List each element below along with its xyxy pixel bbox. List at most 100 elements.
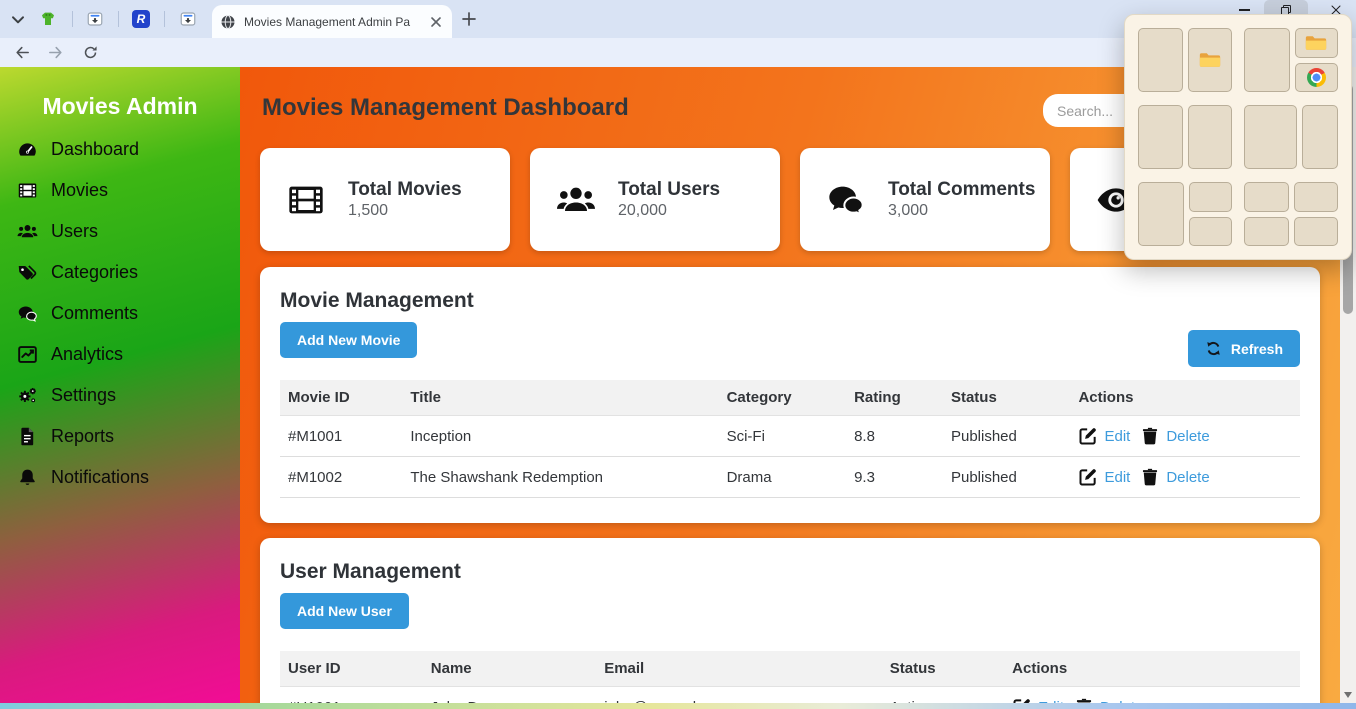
edit-link[interactable]: Edit — [1104, 469, 1130, 486]
user-section-title: User Management — [280, 560, 1300, 584]
active-browser-tab[interactable]: Movies Management Admin Pa — [212, 5, 452, 38]
sidebar-item-categories[interactable]: Categories — [0, 252, 240, 293]
sidebar-item-notifications[interactable]: Notifications — [0, 457, 240, 498]
sidebar-item-label: Analytics — [51, 344, 123, 365]
users-icon — [556, 180, 596, 220]
stat-value: 3,000 — [888, 202, 1035, 220]
movie-status: Published — [943, 416, 1071, 457]
sidebar-title: Movies Admin — [0, 93, 240, 120]
sidebar-item-users[interactable]: Users — [0, 211, 240, 252]
snap-zone[interactable] — [1244, 182, 1289, 212]
snap-zone[interactable] — [1295, 63, 1339, 93]
edit-icon[interactable] — [1078, 467, 1098, 487]
sidebar-item-label: Categories — [51, 262, 138, 283]
sidebar-item-analytics[interactable]: Analytics — [0, 334, 240, 375]
trash-icon[interactable] — [1140, 426, 1160, 446]
col-actions: Actions — [1004, 651, 1300, 687]
globe-icon — [220, 14, 236, 30]
page-title: Movies Management Dashboard — [262, 94, 629, 122]
film-icon — [286, 180, 326, 220]
delete-link[interactable]: Delete — [1166, 469, 1209, 486]
sidebar-item-settings[interactable]: Settings — [0, 375, 240, 416]
edit-link[interactable]: Edit — [1104, 428, 1130, 445]
pinned-tab-separator — [72, 11, 73, 27]
sidebar-item-label: Reports — [51, 426, 114, 447]
sidebar-item-label: Settings — [51, 385, 116, 406]
sidebar-item-label: Movies — [51, 180, 108, 201]
gears-icon — [17, 385, 38, 406]
reload-icon[interactable] — [82, 44, 99, 61]
movie-section-title: Movie Management — [280, 289, 1300, 313]
snap-zone[interactable] — [1189, 217, 1233, 247]
dashboard-icon — [17, 139, 38, 160]
comments-icon — [826, 180, 866, 220]
snap-zone[interactable] — [1295, 28, 1339, 58]
user-status: Active — [882, 687, 1004, 704]
forward-arrow-icon[interactable] — [47, 44, 64, 61]
sidebar-item-label: Notifications — [51, 467, 149, 488]
sidebar-item-label: Dashboard — [51, 139, 139, 160]
tab-title: Movies Management Admin Pa — [244, 15, 416, 29]
col-status: Status — [943, 380, 1071, 416]
snap-zone[interactable] — [1138, 105, 1183, 169]
snap-layout-two-halves — [1138, 28, 1232, 92]
add-new-movie-button[interactable]: Add New Movie — [280, 322, 417, 358]
snap-zone[interactable] — [1138, 28, 1183, 92]
sidebar-item-reports[interactable]: Reports — [0, 416, 240, 457]
folder-icon — [1305, 34, 1327, 52]
sidebar-item-label: Comments — [51, 303, 138, 324]
scroll-down-arrow-icon[interactable] — [1344, 692, 1352, 698]
pinned-tab-green-app-icon[interactable] — [39, 10, 57, 28]
sidebar-item-movies[interactable]: Movies — [0, 170, 240, 211]
movie-rating: 8.8 — [846, 416, 943, 457]
new-tab-button[interactable] — [460, 10, 478, 28]
stat-label: Total Movies — [348, 179, 462, 201]
pinned-tab-install-app-icon[interactable] — [86, 10, 104, 28]
stat-label: Total Comments — [888, 179, 1035, 201]
col-rating: Rating — [846, 380, 943, 416]
snap-zone[interactable] — [1302, 105, 1338, 169]
snap-zone[interactable] — [1188, 28, 1233, 92]
film-icon — [17, 180, 38, 201]
snap-zone[interactable] — [1244, 217, 1289, 247]
sidebar-menu: Dashboard Movies Users Categories — [0, 129, 240, 498]
add-new-user-button[interactable]: Add New User — [280, 593, 409, 629]
snap-layout-two-halves-empty — [1138, 105, 1232, 169]
user-management-panel: User Management Add New User User ID Nam… — [260, 538, 1320, 703]
sidebar-item-comments[interactable]: Comments — [0, 293, 240, 334]
snap-zone[interactable] — [1294, 182, 1339, 212]
snap-zone[interactable] — [1189, 182, 1233, 212]
back-arrow-icon[interactable] — [14, 44, 31, 61]
refresh-icon — [1205, 340, 1222, 357]
stat-card-total-users: Total Users 20,000 — [530, 148, 780, 251]
snap-zone[interactable] — [1244, 105, 1297, 169]
bell-icon — [17, 467, 38, 488]
snap-zone[interactable] — [1244, 28, 1290, 92]
refresh-button[interactable]: Refresh — [1188, 330, 1300, 367]
edit-icon[interactable] — [1078, 426, 1098, 446]
delete-link[interactable]: Delete — [1166, 428, 1209, 445]
chevron-down-icon[interactable] — [8, 9, 28, 29]
snap-layout-wide-and-narrow — [1244, 105, 1338, 169]
movies-table: Movie ID Title Category Rating Status Ac… — [280, 380, 1300, 498]
stat-card-total-comments: Total Comments 3,000 — [800, 148, 1050, 251]
movie-category: Sci-Fi — [719, 416, 847, 457]
snap-zone[interactable] — [1188, 105, 1233, 169]
trash-icon[interactable] — [1140, 467, 1160, 487]
pinned-tab-install-app-icon[interactable] — [179, 10, 197, 28]
minimize-icon — [1239, 9, 1250, 11]
tab-close-icon[interactable] — [428, 14, 444, 30]
report-file-icon — [17, 426, 38, 447]
col-status: Status — [882, 651, 1004, 687]
users-table-header-row: User ID Name Email Status Actions — [280, 651, 1300, 687]
user-id: #U1001 — [280, 687, 423, 704]
users-table: User ID Name Email Status Actions #U1001… — [280, 651, 1300, 703]
col-movie-id: Movie ID — [280, 380, 402, 416]
snap-zone[interactable] — [1138, 182, 1184, 246]
snap-layout-half-plus-stacked — [1244, 28, 1338, 92]
pinned-tab-separator — [164, 11, 165, 27]
snap-zone[interactable] — [1294, 217, 1339, 247]
sidebar-item-dashboard[interactable]: Dashboard — [0, 129, 240, 170]
pinned-tab-rockstar-r-icon[interactable]: R — [132, 10, 150, 28]
movie-title: The Shawshank Redemption — [402, 457, 718, 498]
